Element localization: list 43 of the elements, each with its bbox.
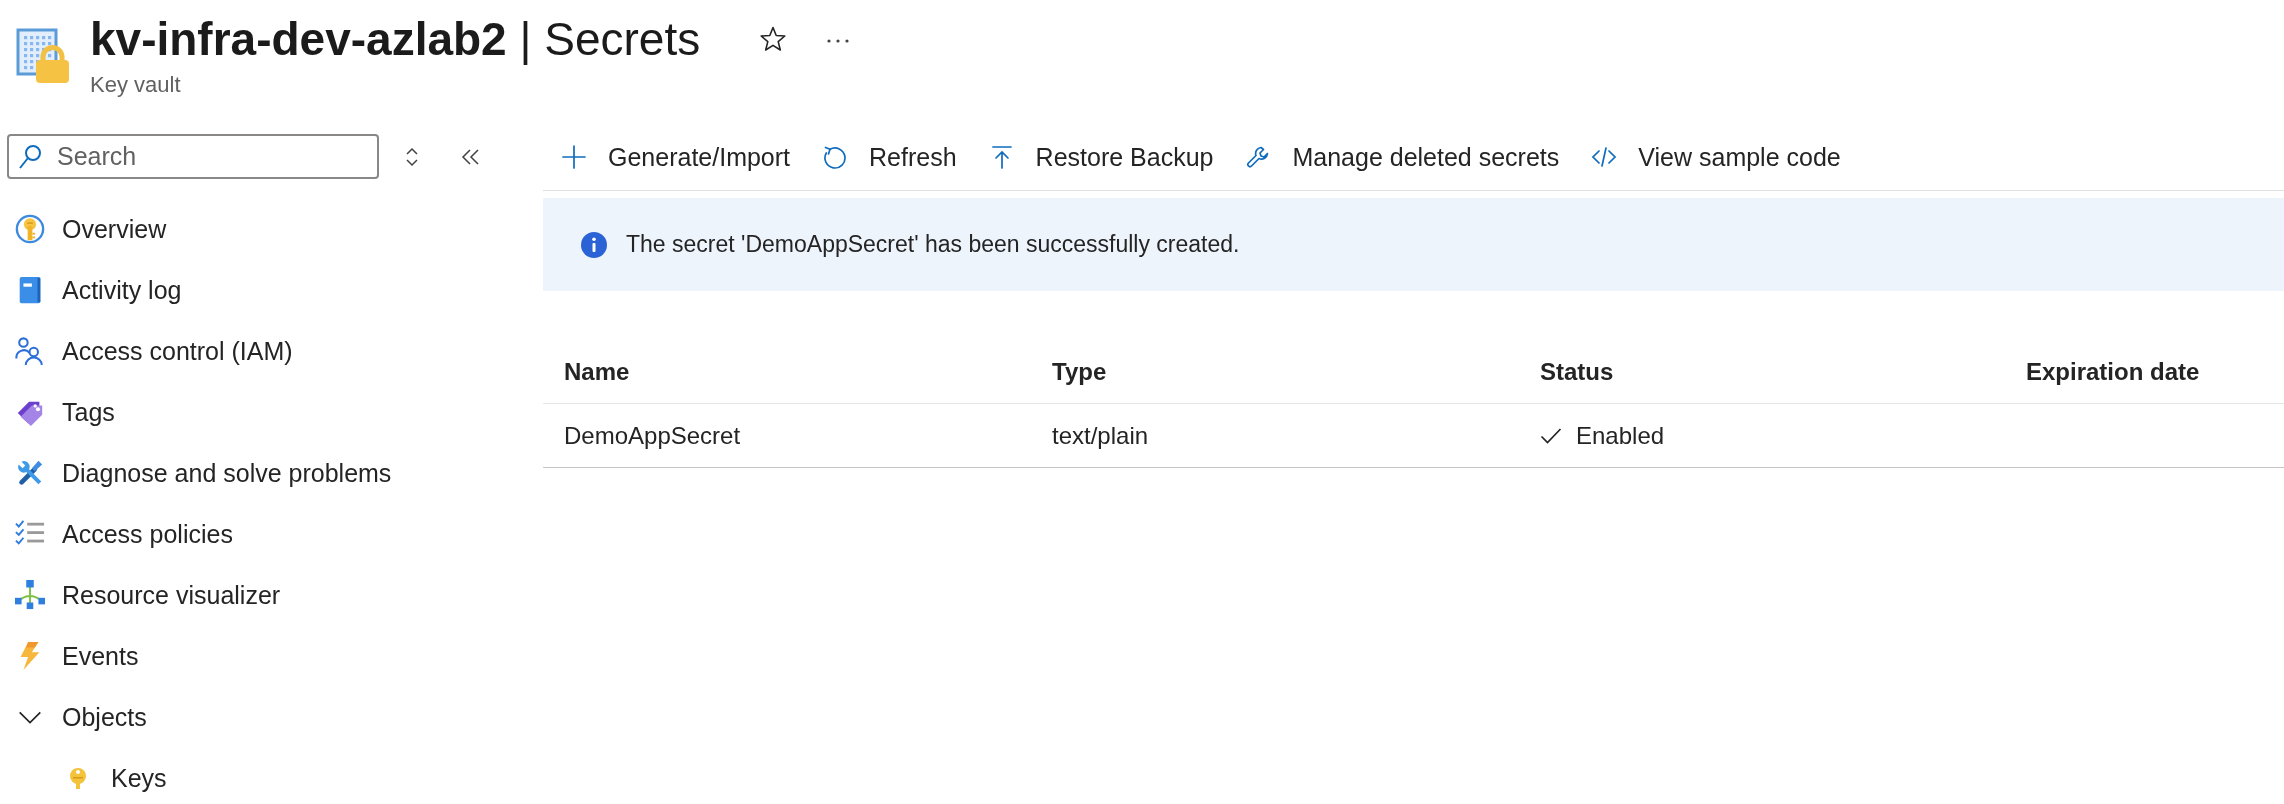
sort-icon[interactable] [404,145,420,168]
table-cell: DemoAppSecret [564,421,741,450]
more-icon[interactable] [826,38,851,44]
key-icon [67,767,89,789]
nav-item[interactable]: Access control (IAM) [0,329,299,373]
nav-item[interactable]: Overview [0,207,173,251]
nav-item[interactable]: Keys [0,756,173,800]
column-header: Type [1052,357,1107,386]
toolbar-button[interactable]: Manage deleted secrets [1235,135,1571,179]
nav-item[interactable]: Diagnose and solve problems [0,451,398,495]
nav-item[interactable]: Objects [0,695,153,739]
column-header: Expiration date [2026,357,2200,386]
info-icon [581,231,607,258]
nav-item[interactable]: Activity log [0,268,188,312]
search-icon [18,144,42,170]
notification-message: The secret 'DemoAppSecret' has been successfully created. [626,231,1240,258]
search-field[interactable]: Search [7,134,379,179]
collapse-icon[interactable] [460,146,482,167]
hierarchy-icon [15,580,45,610]
resource-type-label: Key vault [90,71,181,99]
plus-icon [562,145,586,169]
refresh-icon [823,145,848,169]
lock-icon [16,28,70,84]
key-circle-icon [15,214,45,244]
table-cell: text/plain [1052,421,1149,450]
status-label: Enabled [1576,421,1665,450]
people-icon [15,336,45,366]
upload-arrow-icon [989,145,1014,169]
toolbar-button[interactable]: Restore Backup [978,135,1225,179]
nav-item[interactable]: Resource visualizer [0,573,287,617]
wrench-icon [1246,145,1271,169]
nav-item[interactable]: Events [0,634,145,678]
tools-icon [15,458,45,488]
page-title: kv-infra-dev-azlab2 | Secrets [90,12,701,66]
code-icon [1592,145,1617,169]
column-header: Name [564,357,630,386]
nav-item[interactable]: Access policies [0,512,239,556]
toolbar-button[interactable]: Refresh [812,135,968,179]
column-header: Status [1540,357,1614,386]
nav-item[interactable]: Tags [0,390,121,434]
star-icon[interactable] [760,26,787,52]
toolbar-button[interactable]: Generate/Import [551,135,802,179]
toolbar-button[interactable]: View sample code [1581,135,1852,179]
